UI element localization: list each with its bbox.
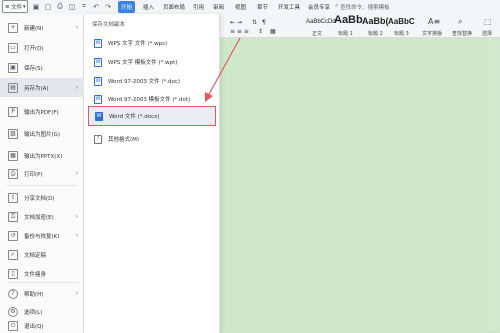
arrow-line <box>207 37 241 97</box>
annotation-arrow <box>205 37 241 102</box>
